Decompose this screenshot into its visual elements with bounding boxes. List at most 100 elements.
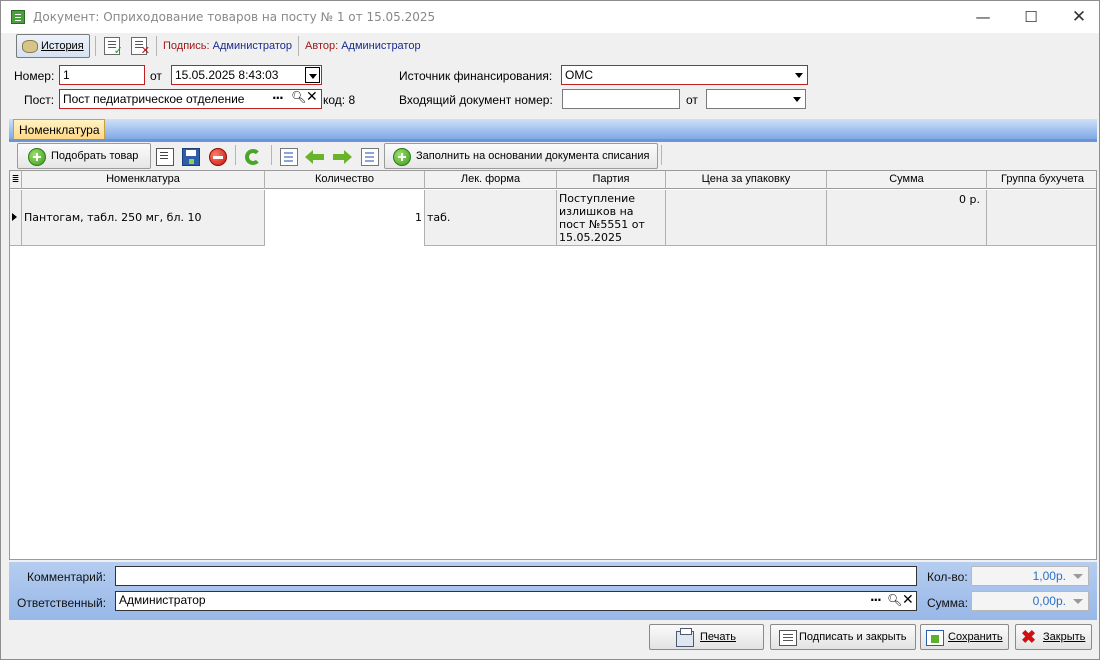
arrow-right-icon[interactable] bbox=[332, 148, 352, 166]
sign-document-icon[interactable]: ✓ bbox=[104, 37, 123, 57]
sum-dropdown-icon[interactable] bbox=[1073, 599, 1083, 604]
tab-nomenclature[interactable]: Номенклатура bbox=[13, 119, 105, 139]
delete-item-icon[interactable] bbox=[209, 148, 227, 166]
save-icon bbox=[926, 630, 944, 646]
more-icon[interactable]: ··· bbox=[272, 91, 284, 105]
col-accounting-group[interactable]: Группа бухучета bbox=[987, 171, 1096, 189]
clear-icon[interactable]: ✕ bbox=[902, 592, 914, 608]
toolbar-separator bbox=[95, 36, 96, 56]
col-nomenclature[interactable]: Номенклатура bbox=[22, 171, 265, 189]
row-indicator-icon bbox=[12, 213, 17, 221]
bottom-panel: Комментарий: Ответственный: Администрато… bbox=[9, 562, 1097, 620]
print-button[interactable]: Печать bbox=[649, 624, 764, 650]
history-button[interactable]: История bbox=[16, 34, 90, 58]
post-label: Пост: bbox=[24, 93, 55, 107]
count-value: 1,00р. bbox=[1032, 569, 1066, 583]
cell-form[interactable]: таб. bbox=[425, 190, 557, 246]
funding-label: Источник финансирования: bbox=[399, 69, 553, 83]
signature-info: Подпись: Администратор bbox=[163, 40, 292, 52]
signature-label: Подпись: bbox=[163, 40, 210, 52]
grid-header: ≣ Номенклатура Количество Лек. форма Пар… bbox=[10, 171, 1096, 189]
toolbar-separator bbox=[271, 145, 272, 165]
col-sum[interactable]: Сумма bbox=[827, 171, 987, 189]
number-label: Номер: bbox=[14, 69, 55, 83]
printer-icon bbox=[676, 628, 694, 647]
cell-accounting-group[interactable] bbox=[987, 190, 1096, 246]
date-value: 15.05.2025 8:43:03 bbox=[175, 68, 279, 82]
sum-field[interactable]: 0,00р. bbox=[971, 591, 1089, 611]
minimize-button[interactable]: — bbox=[963, 5, 1003, 29]
date-input[interactable]: 15.05.2025 8:43:03 bbox=[171, 65, 322, 85]
pick-goods-button[interactable]: Подобрать товар bbox=[17, 143, 151, 169]
document-window: Документ: Оприходование товаров на посту… bbox=[0, 0, 1100, 660]
arrow-left-icon[interactable] bbox=[305, 148, 325, 166]
list-left-icon[interactable] bbox=[280, 148, 298, 166]
save-button[interactable]: Сохранить bbox=[920, 624, 1009, 650]
maximize-button[interactable]: ☐ bbox=[1011, 5, 1051, 29]
close-button[interactable]: ✖ Закрыть bbox=[1015, 624, 1092, 650]
responsible-value: Администратор bbox=[119, 593, 206, 607]
add-icon bbox=[393, 148, 411, 166]
author-label: Автор: bbox=[305, 40, 339, 52]
items-toolbar: Подобрать товар Заполнить на основании д… bbox=[9, 142, 1097, 170]
count-dropdown-icon[interactable] bbox=[1073, 574, 1083, 579]
post-code: код: 8 bbox=[323, 93, 356, 107]
close-window-button[interactable]: ✕ bbox=[1059, 5, 1099, 29]
history-icon bbox=[22, 40, 38, 53]
cell-batch[interactable]: Поступление излишков на пост №5551 от 15… bbox=[557, 190, 666, 246]
fill-from-writeoff-label: Заполнить на основании документа списани… bbox=[416, 150, 650, 162]
incoming-date-dropdown-icon[interactable] bbox=[790, 91, 804, 107]
col-batch[interactable]: Партия bbox=[557, 171, 666, 189]
sign-and-close-label: Подписать и закрыть bbox=[799, 631, 907, 643]
number-input[interactable]: 1 bbox=[59, 65, 145, 85]
cell-sum[interactable]: 0 р. bbox=[827, 190, 987, 246]
cell-nomenclature[interactable]: Пантогам, табл. 250 мг, бл. 10 bbox=[22, 190, 265, 246]
post-value: Пост педиатрическое отделение bbox=[63, 92, 245, 106]
grid-menu-icon[interactable]: ≣ bbox=[10, 171, 22, 189]
edit-item-icon[interactable] bbox=[156, 148, 174, 166]
count-field[interactable]: 1,00р. bbox=[971, 566, 1089, 586]
funding-value: ОМС bbox=[565, 68, 593, 82]
comment-label: Комментарий: bbox=[27, 570, 106, 584]
incoming-doc-label: Входящий документ номер: bbox=[399, 93, 553, 107]
row-selector[interactable] bbox=[10, 190, 22, 246]
date-from-label: от bbox=[150, 69, 162, 83]
add-icon bbox=[28, 148, 46, 166]
unsign-document-icon[interactable]: ✕ bbox=[131, 37, 150, 57]
col-quantity[interactable]: Количество bbox=[265, 171, 425, 189]
date-dropdown-icon[interactable] bbox=[305, 67, 320, 83]
search-icon[interactable]: 🔍︎ bbox=[887, 593, 902, 607]
funding-dropdown-icon[interactable] bbox=[792, 67, 806, 83]
cell-price[interactable] bbox=[666, 190, 827, 246]
search-icon[interactable]: 🔍︎ bbox=[291, 90, 306, 104]
items-grid: ≣ Номенклатура Количество Лек. форма Пар… bbox=[9, 170, 1097, 560]
document-app-icon bbox=[11, 10, 25, 24]
window-title: Документ: Оприходование товаров на посту… bbox=[33, 10, 436, 24]
responsible-input[interactable]: Администратор bbox=[115, 591, 917, 611]
funding-select[interactable]: ОМС bbox=[561, 65, 808, 85]
count-label: Кол-во: bbox=[927, 570, 968, 584]
signature-value: Администратор bbox=[212, 40, 293, 52]
col-form[interactable]: Лек. форма bbox=[425, 171, 557, 189]
print-label: Печать bbox=[700, 631, 737, 643]
pick-goods-label: Подобрать товар bbox=[51, 150, 139, 162]
fill-from-writeoff-button[interactable]: Заполнить на основании документа списани… bbox=[384, 143, 658, 169]
refresh-icon[interactable] bbox=[245, 149, 261, 165]
save-item-icon[interactable] bbox=[182, 148, 200, 166]
responsible-label: Ответственный: bbox=[17, 596, 107, 610]
clear-icon[interactable]: ✕ bbox=[306, 89, 318, 105]
incoming-date-select[interactable] bbox=[706, 89, 806, 109]
table-row[interactable]: Пантогам, табл. 250 мг, бл. 10 1 таб. По… bbox=[10, 190, 1096, 246]
comment-input[interactable] bbox=[115, 566, 917, 586]
toolbar-separator bbox=[156, 36, 157, 56]
title-bar: Документ: Оприходование товаров на посту… bbox=[1, 1, 1099, 33]
sign-and-close-button[interactable]: Подписать и закрыть bbox=[770, 624, 916, 650]
more-icon[interactable]: ··· bbox=[870, 593, 882, 607]
cell-quantity[interactable]: 1 bbox=[265, 190, 425, 246]
toolbar-separator bbox=[661, 145, 662, 165]
author-value: Администратор bbox=[341, 40, 421, 52]
list-right-icon[interactable] bbox=[361, 148, 379, 166]
toolbar-separator bbox=[235, 145, 236, 165]
col-price[interactable]: Цена за упаковку bbox=[666, 171, 827, 189]
incoming-doc-input[interactable] bbox=[562, 89, 680, 109]
